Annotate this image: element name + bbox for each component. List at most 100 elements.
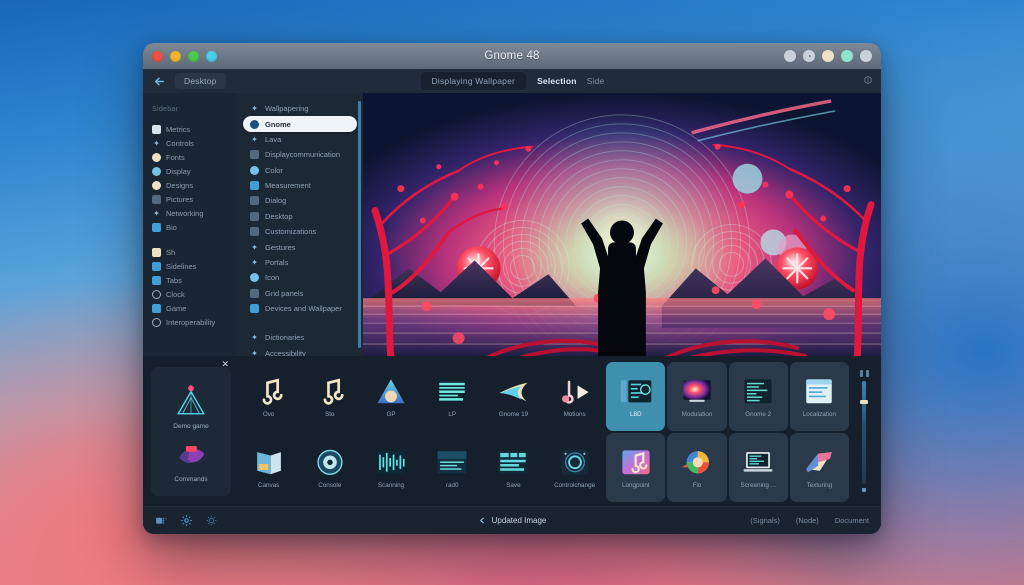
app-tile-console[interactable]: Console [300,433,359,502]
sidebar-item-tabs[interactable]: Tabs [143,273,236,287]
sidebar-groups: Metrics ✦ Controls Fonts Display Designs Pictu… [143,122,236,329]
sidebar-item-fonts[interactable]: Fonts [143,150,236,164]
app-tile-modulation[interactable]: Modulation [667,362,727,431]
status-center: Updated Image [478,516,546,525]
status-link-document[interactable]: Document [835,516,869,525]
list-item-label: Dialog [265,196,287,206]
app-tile-label: Sto [325,410,335,418]
list-item-customizations[interactable]: Customizations [243,224,357,239]
mint-button[interactable] [841,50,853,62]
list-item-label: Wallpapering [265,104,309,114]
app-tile-rad0[interactable]: rad0 [423,433,482,502]
list-item-label: Desktop [265,211,293,221]
app-tile-gnome-19[interactable]: Gnome 19 [484,362,543,431]
square-icon [152,303,161,313]
sidebar-item-metrics[interactable]: Metrics [143,122,236,136]
list-item-desktop[interactable]: Desktop [243,209,357,224]
back-arrow-icon[interactable] [478,516,487,525]
menu-icon[interactable] [863,75,873,88]
list-item-wallpapering[interactable]: ✦ Wallpapering [243,101,357,116]
app-tile-canvas[interactable]: Canvas [239,433,298,502]
list-item-accessibility[interactable]: ✦ Accessibility [243,346,357,356]
slider-knob[interactable] [860,399,868,404]
sidebar-item-sidelines[interactable]: Sidelines [143,259,236,273]
cloud-icon [152,247,161,257]
list-item-gestures[interactable]: ✦ Gestures [243,239,357,254]
app-tile-gnome-2[interactable]: Gnome 2 [728,362,788,431]
list-item-lava[interactable]: ✦ Lava [243,132,357,147]
sidebar-item-controls[interactable]: ✦ Controls [143,136,236,150]
app-tile-sto[interactable]: Sto [300,362,359,431]
app-tile-scanning[interactable]: Scanning [361,433,420,502]
sidebar-item-pictures[interactable]: Pictures [143,192,236,206]
app-tile-flo[interactable]: Flo [667,433,727,502]
close-window-button[interactable] [152,50,163,62]
list-item-measurement[interactable]: Measurement [243,178,357,193]
list-item-dictionaries[interactable]: ✦ Dictionaries [243,330,357,345]
app-tile-label: Longpoint [621,481,650,489]
sidebar-item-label: Sh [166,247,176,257]
app-tile-screening-[interactable]: Screening ... [728,433,788,502]
app-tile-gp[interactable]: GP [361,362,420,431]
toolbar-left-chip[interactable]: Desktop [175,73,226,89]
image-stack-icon[interactable] [155,514,168,527]
app-tile-controlchange[interactable]: Controlchange [545,433,604,502]
clock-icon-button[interactable]: ◔ [803,50,815,62]
app-tile-longpoint[interactable]: Longpoint [606,433,666,502]
circle-button[interactable] [784,50,796,62]
dots-icon: ✦ [251,333,258,343]
tab-displaying-wallpaper[interactable]: Displaying Wallpaper [419,71,528,91]
popover-tile-label: Demo game [173,423,209,431]
status-link-signals[interactable]: (Signals) [750,516,780,525]
slider-track[interactable] [860,381,868,484]
list-scrollbar[interactable] [358,101,361,348]
sidebar-item-networking[interactable]: ✦ Networking [143,206,236,220]
cream-button[interactable] [822,50,834,62]
close-icon[interactable]: ✕ [221,360,229,369]
list-item-label: Icon [265,273,280,283]
popover-tile-demo-game[interactable]: Demo game [173,384,209,431]
maximize-window-button[interactable] [188,50,199,62]
window-toolbar: Desktop Displaying Wallpaper Selection S… [143,69,881,93]
sidebar-item-designs[interactable]: Designs [143,178,236,192]
minimize-window-button[interactable] [170,50,181,62]
list-item-portals[interactable]: ✦ Portals [243,255,357,270]
plain-button[interactable] [860,50,872,62]
tab-side[interactable]: Side [587,76,605,86]
list-item-dialog[interactable]: Dialog [243,193,357,208]
gear-icon[interactable] [180,514,193,527]
app-tile-motions[interactable]: Motions [545,362,604,431]
list-item-displaycommunication[interactable]: Displaycommunication [243,147,357,162]
app-tile-lp[interactable]: LP [423,362,482,431]
list-item-grid-panels[interactable]: Grid panels [243,286,357,301]
list-item-icon[interactable]: Icon [243,270,357,285]
dock-slider[interactable] [853,362,875,502]
sidebar-item-game[interactable]: Game [143,301,236,315]
list-item-color[interactable]: Color [243,163,357,178]
app-tile-l8d[interactable]: L8D [606,362,666,431]
sidebar-item-interoperability[interactable]: Interoperability [143,315,236,329]
grid-icon [250,288,259,298]
sidebar-item-display[interactable]: Display [143,164,236,178]
sidebar-item-clock[interactable]: Clock [143,287,236,301]
wallpaper-preview[interactable] [363,93,881,356]
nebula-screen-icon [680,376,714,406]
sidebar-item-sh[interactable]: Sh [143,245,236,259]
document-icon [250,181,259,191]
sidebar-item-bio[interactable]: Bio [143,220,236,234]
list-item-devices-and-wallpaper[interactable]: Devices and Wallpaper [243,301,357,316]
app-tile-texturing[interactable]: Texturing [789,433,849,502]
app-tile-localization[interactable]: Localization [789,362,849,431]
app-tile-ovo[interactable]: Ovo [239,362,298,431]
swoosh-icon [496,376,530,406]
popover-tile-commands[interactable]: Commands [174,441,208,483]
status-link-node[interactable]: (Node) [796,516,819,525]
settings-icon[interactable] [205,514,218,527]
list-item-gnome[interactable]: Gnome [243,116,357,132]
gnome-icon [250,119,259,129]
app-tile-save[interactable]: Save [484,433,543,502]
open-book-icon [802,447,836,477]
tab-selection[interactable]: Selection [537,76,577,86]
back-arrow-icon[interactable] [151,73,167,89]
fullscreen-window-button[interactable] [206,50,217,62]
